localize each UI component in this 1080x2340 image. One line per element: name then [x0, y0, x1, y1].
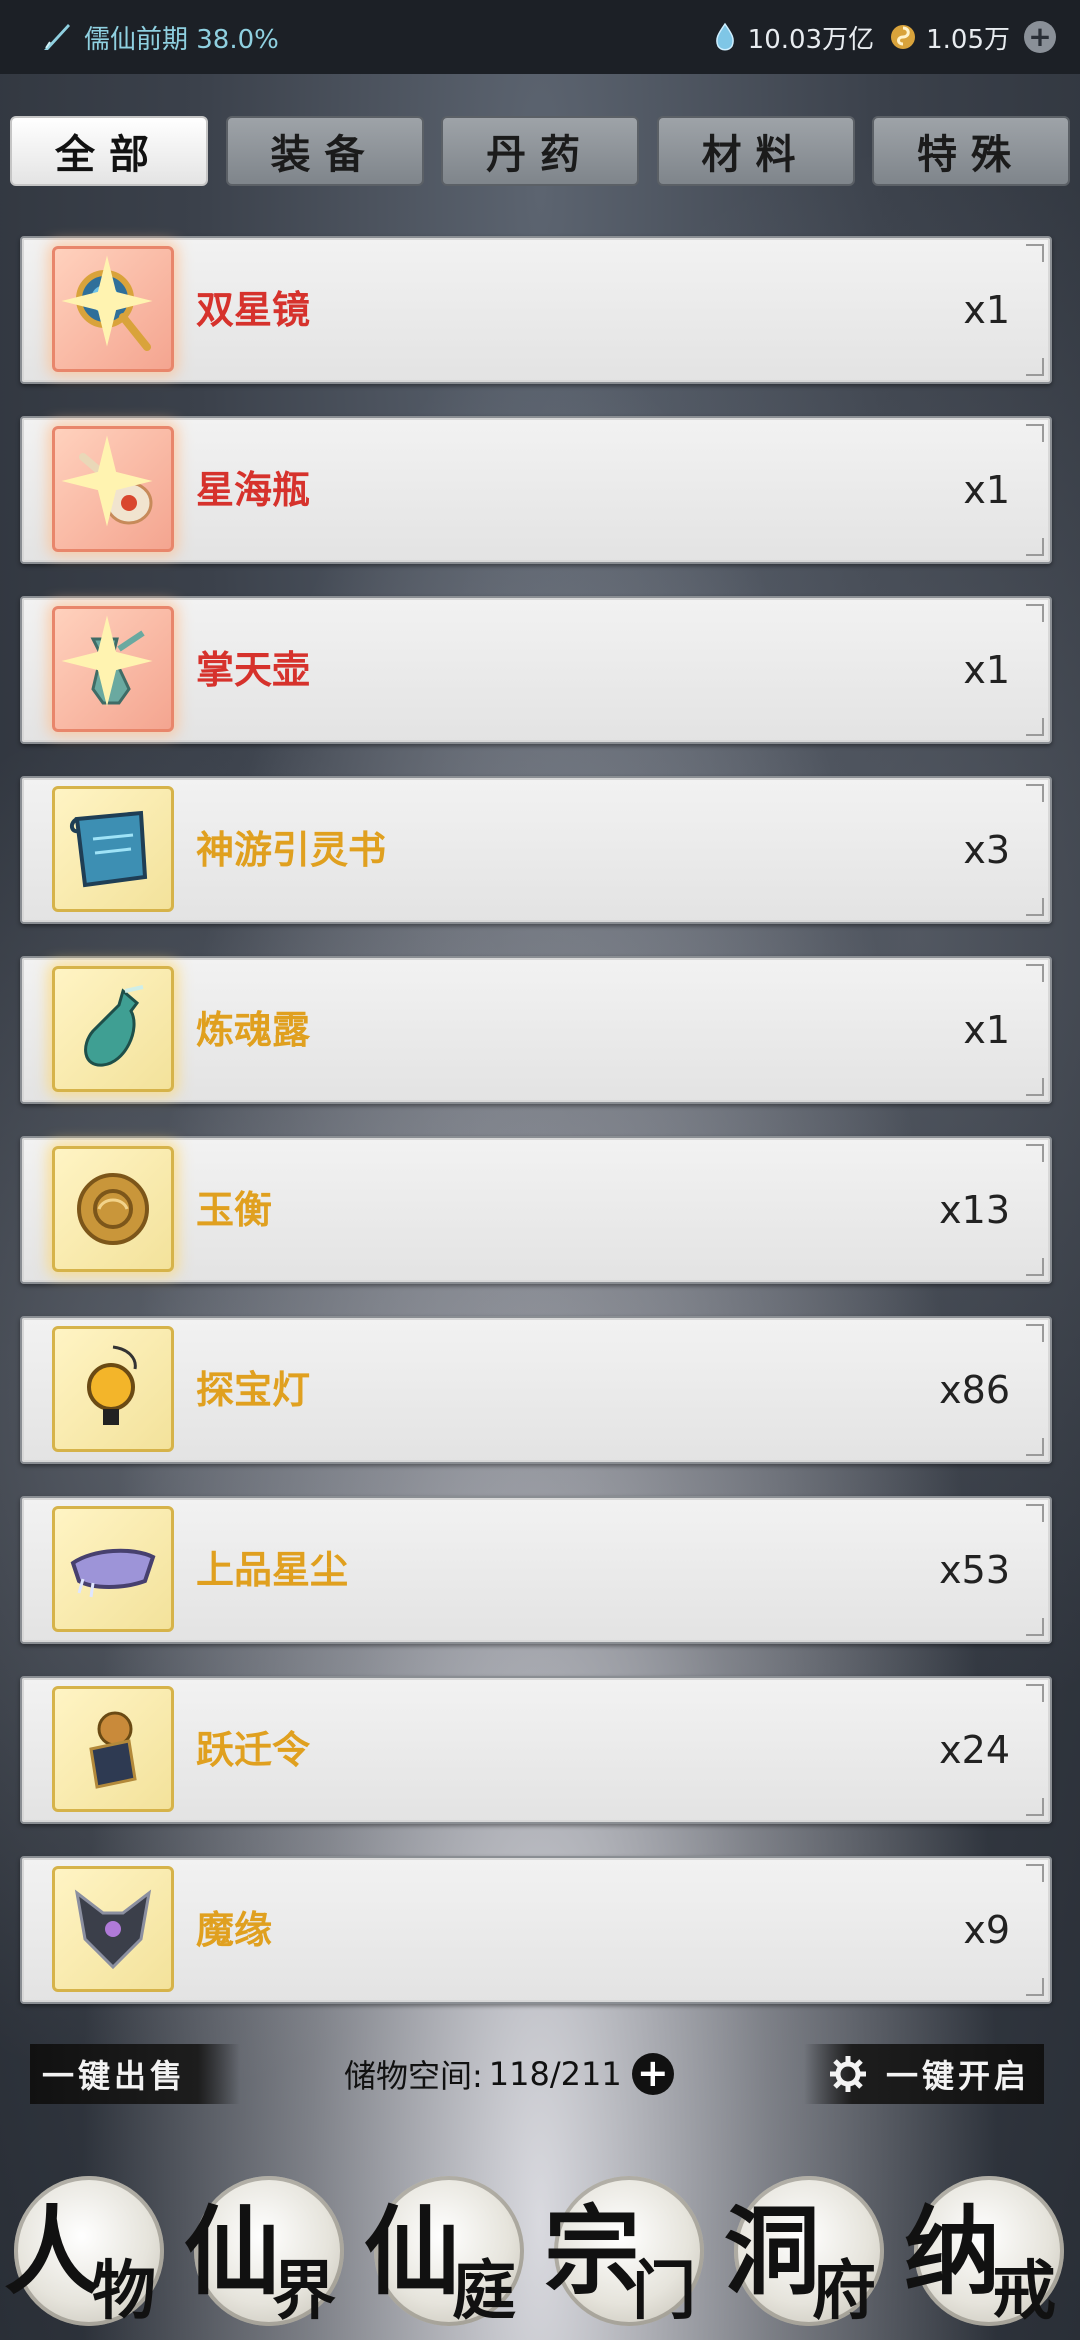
list-item[interactable]: 掌天壶 x1 [20, 596, 1052, 744]
item-name: 跃迁令 [196, 1728, 311, 1772]
nav-character[interactable]: 人 物 [4, 2168, 174, 2338]
item-count: x86 [939, 1368, 1010, 1412]
list-item[interactable]: 双星镜 x1 [20, 236, 1052, 384]
open-all-label: 一键开启 [885, 2057, 1030, 2095]
storage-capacity: 储物空间: 118/211 + [344, 2046, 674, 2102]
list-item[interactable]: 魔缘 x9 [20, 1856, 1052, 2004]
item-count: x3 [963, 828, 1010, 872]
jade-disc-icon [52, 1146, 174, 1272]
vase-icon [52, 606, 174, 732]
item-count: x53 [939, 1548, 1010, 1592]
list-item[interactable]: 跃迁令 x24 [20, 1676, 1052, 1824]
item-count: x1 [963, 288, 1010, 332]
resources: 10.03万亿 1.05万 + [710, 19, 1056, 56]
stardust-icon [52, 1506, 174, 1632]
nav-small-char: 府 [812, 2254, 876, 2329]
item-name: 掌天壶 [196, 648, 311, 692]
bottom-nav: 人 物 仙 界 仙 庭 宗 门 洞 府 纳 戒 [0, 2160, 1080, 2340]
item-name: 双星镜 [196, 288, 311, 332]
gourd-icon [52, 426, 174, 552]
item-name: 星海瓶 [196, 468, 311, 512]
tab-pills[interactable]: 丹药 [441, 116, 639, 186]
scroll-icon [52, 786, 174, 912]
realm-progress[interactable]: 儒仙前期 38.0% [40, 19, 279, 56]
list-item[interactable]: 星海瓶 x1 [20, 416, 1052, 564]
list-item[interactable]: 玉衡 x13 [20, 1136, 1052, 1284]
item-count: x1 [963, 468, 1010, 512]
item-name: 上品星尘 [196, 1548, 349, 1592]
item-name: 玉衡 [196, 1188, 273, 1232]
nav-small-char: 界 [272, 2254, 336, 2329]
gear-icon [829, 2056, 866, 2092]
bottle-icon [52, 966, 174, 1092]
nav-cave-mansion[interactable]: 洞 府 [724, 2168, 894, 2338]
tab-special[interactable]: 特殊 [872, 116, 1070, 186]
nav-big-char: 人 [4, 2195, 100, 2308]
storage-label: 储物空间: [344, 2057, 483, 2095]
star-icon [61, 615, 153, 707]
lantern-icon [52, 1326, 174, 1452]
nav-immortal-court[interactable]: 仙 庭 [364, 2168, 534, 2338]
nav-big-char: 仙 [364, 2195, 460, 2308]
inventory-list: 双星镜 x1 星海瓶 x1 掌天壶 x1 神游引灵书 x3 炼魂露 x1 玉衡 … [20, 236, 1052, 2036]
currency-resource[interactable]: 1.05万 [888, 19, 1010, 56]
storage-value: 118/211 [488, 2055, 622, 2093]
nav-small-char: 戒 [992, 2254, 1056, 2329]
status-bar: 儒仙前期 38.0% 10.03万亿 1.05万 + [0, 0, 1080, 74]
spirit-stone-icon [715, 22, 734, 51]
star-icon [61, 255, 153, 347]
nav-immortal-realm[interactable]: 仙 界 [184, 2168, 354, 2338]
nav-small-char: 庭 [452, 2254, 516, 2329]
tab-all[interactable]: 全部 [10, 116, 208, 186]
realm-label: 儒仙前期 38.0% [84, 24, 279, 55]
nav-big-char: 纳 [904, 2195, 1000, 2308]
nav-big-char: 洞 [724, 2195, 820, 2308]
nav-sect[interactable]: 宗 门 [544, 2168, 714, 2338]
nav-big-char: 仙 [184, 2195, 280, 2308]
list-item[interactable]: 探宝灯 x86 [20, 1316, 1052, 1464]
nav-small-char: 门 [632, 2254, 696, 2329]
open-all-button[interactable]: 一键开启 [804, 2044, 1044, 2104]
item-count: x13 [939, 1188, 1010, 1232]
spirit-stone-amount: 10.03万亿 [747, 24, 875, 55]
expand-storage-button[interactable]: + [631, 2053, 674, 2095]
sell-all-button[interactable]: 一键出售 [30, 2044, 240, 2104]
item-count: x9 [963, 1908, 1010, 1952]
mirror-icon [52, 246, 174, 372]
currency-amount: 1.05万 [926, 24, 1010, 55]
spirit-stone-resource[interactable]: 10.03万亿 [710, 19, 874, 56]
nav-small-char: 物 [92, 2254, 156, 2329]
category-tabs: 全部 装备 丹药 材料 特殊 [10, 116, 1070, 186]
item-name: 探宝灯 [196, 1368, 311, 1412]
item-count: x1 [963, 1008, 1010, 1052]
item-name: 炼魂露 [196, 1008, 311, 1052]
item-name: 神游引灵书 [196, 828, 387, 872]
add-currency-button[interactable]: + [1024, 21, 1056, 53]
swirl-coin-icon [891, 25, 916, 49]
tab-equipment[interactable]: 装备 [225, 116, 424, 186]
demon-crest-icon [52, 1866, 174, 1992]
list-item[interactable]: 神游引灵书 x3 [20, 776, 1052, 924]
token-icon [52, 1686, 174, 1812]
feather-sword-icon [44, 24, 70, 50]
item-name: 魔缘 [196, 1908, 273, 1952]
star-icon [61, 435, 153, 527]
list-item[interactable]: 炼魂露 x1 [20, 956, 1052, 1104]
tab-materials[interactable]: 材料 [656, 116, 855, 186]
item-count: x24 [939, 1728, 1010, 1772]
nav-big-char: 宗 [544, 2195, 640, 2308]
list-item[interactable]: 上品星尘 x53 [20, 1496, 1052, 1644]
nav-storage-ring[interactable]: 纳 戒 [904, 2168, 1074, 2338]
item-count: x1 [963, 648, 1010, 692]
